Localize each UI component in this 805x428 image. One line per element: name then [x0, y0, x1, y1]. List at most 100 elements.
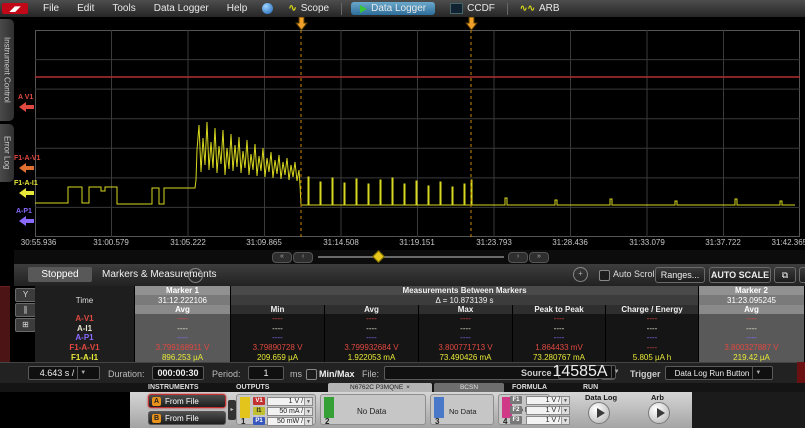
- empty-cell: [35, 305, 135, 314]
- bottom-panel: A From File B From File ▸ 1 V1 1 V /▼ I1…: [130, 392, 692, 428]
- tab-data-logger[interactable]: Data Logger: [351, 2, 435, 15]
- source-select[interactable]: 14585A▼: [558, 365, 616, 379]
- table-row[interactable]: A-P1 ---- ---- ---- ---- ---- ---- ----: [35, 333, 805, 343]
- markers-pair-icon[interactable]: ∥: [15, 303, 36, 317]
- channel3-color-bar: [434, 397, 444, 418]
- v1-scale-select[interactable]: 1 V /▼: [267, 397, 313, 406]
- timescale-select[interactable]: 4.643 s /▼: [28, 366, 100, 380]
- menu-edit[interactable]: Edit: [68, 3, 103, 14]
- grid-view-icon[interactable]: ⊞: [15, 318, 36, 332]
- file-tab-active[interactable]: N6762C P3MQNE ×: [328, 383, 432, 392]
- f1-scale-select[interactable]: 1 V /▼: [526, 396, 570, 405]
- menu-data-logger[interactable]: Data Logger: [145, 3, 218, 14]
- datalog-controls: 4.643 s /▼ Duration: 000:00:30 Period: 1…: [0, 362, 805, 384]
- bottom-tab-strip: INSTRUMENTS OUTPUTS N6762C P3MQNE × BCSN…: [0, 383, 805, 392]
- p1-scale-select[interactable]: 50 mW /▼: [267, 417, 313, 426]
- instrument-b-from-file-button[interactable]: B From File: [148, 411, 226, 425]
- marker1-handle-arrow-icon[interactable]: [295, 17, 308, 30]
- channel3-no-data: No Data: [449, 407, 477, 416]
- tab-arb[interactable]: ∿∿ ARB: [511, 2, 569, 15]
- marker-tool-icon[interactable]: Y: [15, 288, 36, 302]
- trace-marker-icon[interactable]: [19, 216, 34, 226]
- scroll-rewind-button[interactable]: «: [272, 252, 292, 263]
- instruments-label: INSTRUMENTS: [148, 384, 199, 391]
- table-row[interactable]: A-V1 ---- ---- ---- ---- ---- ---- ----: [35, 314, 805, 324]
- x-tick: 31:00.579: [93, 238, 129, 247]
- instrument-status-icon[interactable]: [262, 3, 273, 14]
- trace-marker-icon[interactable]: [19, 102, 34, 112]
- datalog-play-button[interactable]: [588, 402, 610, 424]
- scroll-back-button[interactable]: ‹: [293, 252, 313, 263]
- scroll-track[interactable]: [318, 256, 504, 258]
- minmax-checkbox[interactable]: [306, 369, 317, 380]
- output-channel-3: 3 No Data: [430, 394, 494, 425]
- f1-badge[interactable]: F1: [510, 396, 522, 404]
- table-row[interactable]: F1-A-V1 3.799168911 V 3.79890728 V 3.799…: [35, 343, 805, 353]
- sidebar-tab-instrument-control[interactable]: Instrument Control: [0, 19, 14, 121]
- trace-marker-icon[interactable]: [19, 163, 34, 173]
- tab-scope[interactable]: ∿ Scope: [279, 2, 338, 15]
- menu-file[interactable]: File: [34, 3, 68, 14]
- file-tab-inactive[interactable]: BCSN: [434, 383, 504, 392]
- x-tick: 31:42.365: [772, 238, 805, 247]
- duration-field[interactable]: 000:00:30: [152, 366, 204, 380]
- f2-badge[interactable]: F2: [510, 406, 522, 414]
- x-tick: 31:37.722: [705, 238, 741, 247]
- trace-marker-icon[interactable]: [19, 188, 34, 198]
- crosshair-icon[interactable]: +: [573, 267, 588, 282]
- expand-arrow-icon[interactable]: ▸: [228, 400, 236, 420]
- chevron-down-icon: ▼: [304, 408, 312, 415]
- scroll-forward-button[interactable]: ›: [508, 252, 528, 263]
- marker2-handle-arrow-icon[interactable]: [465, 17, 478, 30]
- f3-badge[interactable]: F3: [510, 416, 522, 424]
- tab-ccdf[interactable]: CCDF: [441, 2, 504, 15]
- x-tick: 30:55.936: [21, 238, 57, 247]
- trigger-label: Trigger: [630, 369, 661, 379]
- sidebar-tab-error-log[interactable]: Error Log: [0, 124, 14, 182]
- f2-scale-select[interactable]: 1 V /▼: [526, 406, 570, 415]
- trigger-select[interactable]: Data Log Run Button▼: [665, 366, 773, 380]
- zoom-region-icon[interactable]: ⧉: [774, 267, 796, 283]
- marker1-header[interactable]: Marker 1: [135, 286, 231, 295]
- period-field[interactable]: 1: [248, 366, 284, 380]
- marker2-header[interactable]: Marker 2: [699, 286, 805, 295]
- delta-time: Δ = 10.873139 s: [231, 295, 699, 305]
- i1-badge: I1: [253, 407, 265, 415]
- chevron-down-icon: ▼: [304, 418, 312, 425]
- scroll-handle[interactable]: [372, 250, 385, 263]
- formula-label: FORMULA: [512, 384, 547, 391]
- stopped-status-button[interactable]: Stopped: [28, 267, 92, 282]
- table-row[interactable]: F1-A-I1 896.253 µA 209.659 µA 1.922053 m…: [35, 352, 805, 362]
- autoscroll-label: Auto Scroll: [613, 269, 657, 279]
- close-icon[interactable]: ×: [406, 384, 410, 391]
- menu-help[interactable]: Help: [218, 3, 257, 14]
- minmax-label: Min/Max: [319, 369, 355, 379]
- collapse-panel-button[interactable]: ⌄: [188, 268, 203, 283]
- i1-scale-select[interactable]: 50 mA /▼: [267, 407, 313, 416]
- chart-scrollbar: « ‹ › »: [14, 250, 805, 264]
- autoscroll-checkbox[interactable]: [599, 270, 610, 281]
- file-label: File:: [362, 369, 379, 379]
- channel2-number: 2: [325, 417, 329, 426]
- arb-play-button[interactable]: [648, 402, 670, 424]
- zoom-in-icon[interactable]: +: [799, 267, 805, 283]
- between-markers-header: Measurements Between Markers: [231, 286, 699, 295]
- table-row[interactable]: A-I1 ---- ---- ---- ---- ---- ---- ----: [35, 324, 805, 334]
- x-tick: 31:14.508: [323, 238, 359, 247]
- menu-tools[interactable]: Tools: [103, 3, 144, 14]
- ranges-button[interactable]: Ranges...: [655, 267, 705, 283]
- trace-label-f1-a-i1: F1-A-I1: [14, 180, 38, 187]
- autoscale-button[interactable]: AUTO SCALE: [709, 267, 771, 283]
- table-corner: [35, 286, 135, 295]
- f3-scale-select[interactable]: 1 V /▼: [526, 416, 570, 425]
- menu-bar: ◢◤ File Edit Tools Data Logger Help ∿ Sc…: [0, 0, 805, 17]
- scroll-end-button[interactable]: »: [529, 252, 549, 263]
- instrument-a-from-file-button[interactable]: A From File: [148, 394, 226, 408]
- measurement-toolbar: Stopped Markers & Measurements ⌄ + Auto …: [14, 264, 805, 286]
- col-header-ptp: Peak to Peak: [513, 305, 606, 314]
- channel1-color-bar: [240, 397, 250, 418]
- period-label: Period:: [212, 369, 241, 379]
- app-window: ◢◤ File Edit Tools Data Logger Help ∿ Sc…: [0, 0, 805, 428]
- time-label: Time: [35, 295, 135, 305]
- chevron-down-icon: ▼: [304, 398, 312, 405]
